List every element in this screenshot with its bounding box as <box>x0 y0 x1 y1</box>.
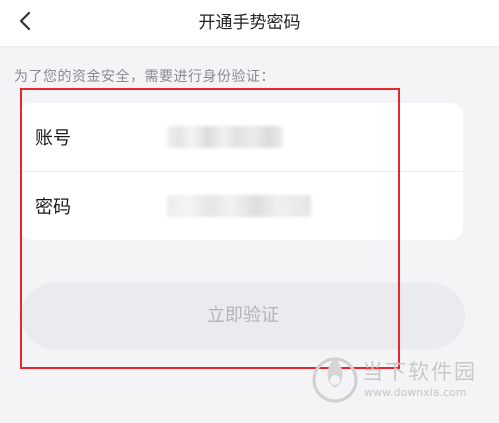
account-label: 账号 <box>35 128 71 149</box>
watermark: 当下软件园 www.downxia.com <box>310 352 495 407</box>
account-row[interactable]: 账号 <box>19 103 463 172</box>
watermark-url: www.downxia.com <box>364 386 467 399</box>
page-title: 开通手势密码 <box>198 13 301 33</box>
password-row[interactable]: 密码 <box>19 172 463 240</box>
password-label: 密码 <box>35 197 71 218</box>
security-notice: 为了您的资金安全，需要进行身份验证： <box>14 69 275 85</box>
verify-button[interactable]: 立即验证 <box>21 283 465 349</box>
verification-form: 账号 密码 <box>19 103 463 240</box>
account-value-redacted <box>167 126 283 148</box>
top-bar: 开通手势密码 <box>0 0 499 47</box>
watermark-logo-icon <box>312 357 358 403</box>
password-field-redacted[interactable] <box>167 195 311 217</box>
watermark-text: 当下软件园 <box>362 360 477 384</box>
